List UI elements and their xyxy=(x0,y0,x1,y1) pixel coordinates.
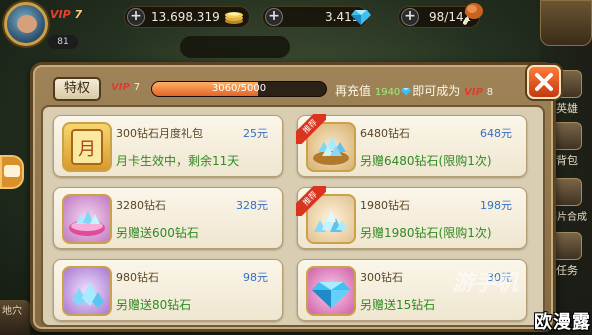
recommend-tag-label: 推荐 xyxy=(296,186,326,216)
recharge-amount: 1940 xyxy=(374,87,401,98)
privilege-button[interactable]: 特权 xyxy=(53,77,101,101)
fragment-icon xyxy=(552,178,582,206)
shop-item-6480[interactable]: 推荐 6480钻石 648元 另赠6480钻石(限购1次) xyxy=(296,114,527,177)
shop-item-1980[interactable]: 推荐 1980钻石 198元 另赠1980钻石(限购1次) xyxy=(296,186,527,249)
item-price: 328元 xyxy=(236,199,268,212)
next-vip-level: 8 xyxy=(486,87,494,98)
svg-text:月: 月 xyxy=(78,139,96,160)
recommend-tag: 推荐 xyxy=(296,114,326,144)
current-vip: VIP 7 xyxy=(111,82,140,93)
diamond-bowl-icon xyxy=(62,194,112,244)
hud-vip-badge: VIP 7 xyxy=(50,8,82,21)
add-gold-button[interactable]: + xyxy=(127,8,145,26)
item-description: 另赠送15钻石 xyxy=(360,298,436,312)
item-price: 98元 xyxy=(243,271,268,284)
watermark-text: 欧漫露 xyxy=(534,312,591,333)
gold-amount: 13.698.319 xyxy=(151,10,220,24)
player-avatar[interactable] xyxy=(4,2,48,46)
item-title: 3280钻石 xyxy=(116,199,166,212)
hud-info-bubble xyxy=(180,36,290,58)
item-price: 198元 xyxy=(480,199,512,212)
next-vip-label: VIP xyxy=(464,87,483,98)
single-diamond-icon xyxy=(306,266,356,316)
item-title: 300钻石月度礼包 xyxy=(116,127,203,140)
current-vip-level: 7 xyxy=(133,82,141,93)
recharge-hint: 再充值 1940 即可成为 VIP 8 xyxy=(335,82,493,99)
bag-icon xyxy=(552,122,582,150)
hud-vip-label: VIP xyxy=(50,8,71,21)
avatar-face-icon xyxy=(17,15,37,33)
hud-vip-level: 7 xyxy=(74,8,83,21)
chat-bubble-icon xyxy=(4,165,20,177)
item-title: 980钻石 xyxy=(116,271,159,284)
recharge-prefix: 再充值 xyxy=(335,84,372,98)
close-button[interactable] xyxy=(527,65,561,99)
diamond-icon xyxy=(401,88,412,96)
item-title: 300钻石 xyxy=(360,271,403,284)
add-stamina-button[interactable]: + xyxy=(401,8,419,26)
diamond-counter: + 3.419 xyxy=(262,6,371,28)
recharge-suffix: 即可成为 xyxy=(412,84,461,98)
current-vip-label: VIP xyxy=(111,82,130,93)
item-title: 1980钻石 xyxy=(360,199,410,212)
watermark-logo: 游手机 xyxy=(452,271,519,296)
shop-item-980[interactable]: 980钻石 98元 另赠送80钻石 xyxy=(53,259,283,321)
gold-counter: + 13.698.319 xyxy=(124,6,250,28)
item-price: 25元 xyxy=(243,127,268,140)
vip-progress-bar: 3060/5000 xyxy=(151,81,327,97)
item-description: 另赠1980钻石(限购1次) xyxy=(360,226,492,240)
item-description: 月卡生效中，剩余11天 xyxy=(116,154,240,168)
close-x-icon xyxy=(535,73,553,91)
item-title: 6480钻石 xyxy=(360,127,410,140)
gold-coin-icon xyxy=(225,12,243,24)
side-menu-hero-label: 英雄 xyxy=(556,102,578,115)
left-bottom-tab[interactable]: 地穴 xyxy=(0,300,30,335)
monthly-card-icon: 月 xyxy=(62,122,112,172)
stamina-drumstick-icon xyxy=(463,3,483,25)
chat-button[interactable] xyxy=(0,155,24,189)
item-description: 另赠送80钻石 xyxy=(116,298,192,312)
shop-item-monthly[interactable]: 月 300钻石月度礼包 25元 月卡生效中，剩余11天 xyxy=(53,115,283,177)
diamond-icon xyxy=(351,10,371,25)
item-description: 另赠6480钻石(限购1次) xyxy=(360,154,492,168)
vip-progress-text: 3060/5000 xyxy=(211,83,267,94)
recommend-tag-label: 推荐 xyxy=(296,114,326,144)
quest-icon xyxy=(552,232,582,260)
diamond-cluster-icon xyxy=(62,266,112,316)
item-description: 另赠送600钻石 xyxy=(116,226,199,240)
add-diamond-button[interactable]: + xyxy=(265,8,283,26)
stamina-counter: + 98/141 xyxy=(398,3,483,28)
top-hud: VIP 7 81 + 13.698.319 + 3.419 + 98/141 xyxy=(0,0,592,49)
side-menu-bag-label: 背包 xyxy=(556,154,578,167)
shop-item-3280[interactable]: 3280钻石 328元 另赠送600钻石 xyxy=(53,187,283,249)
side-menu-quest-label: 任务 xyxy=(556,264,578,277)
item-price: 648元 xyxy=(480,127,512,140)
recommend-tag: 推荐 xyxy=(296,186,326,216)
player-level: 81 xyxy=(48,35,78,49)
